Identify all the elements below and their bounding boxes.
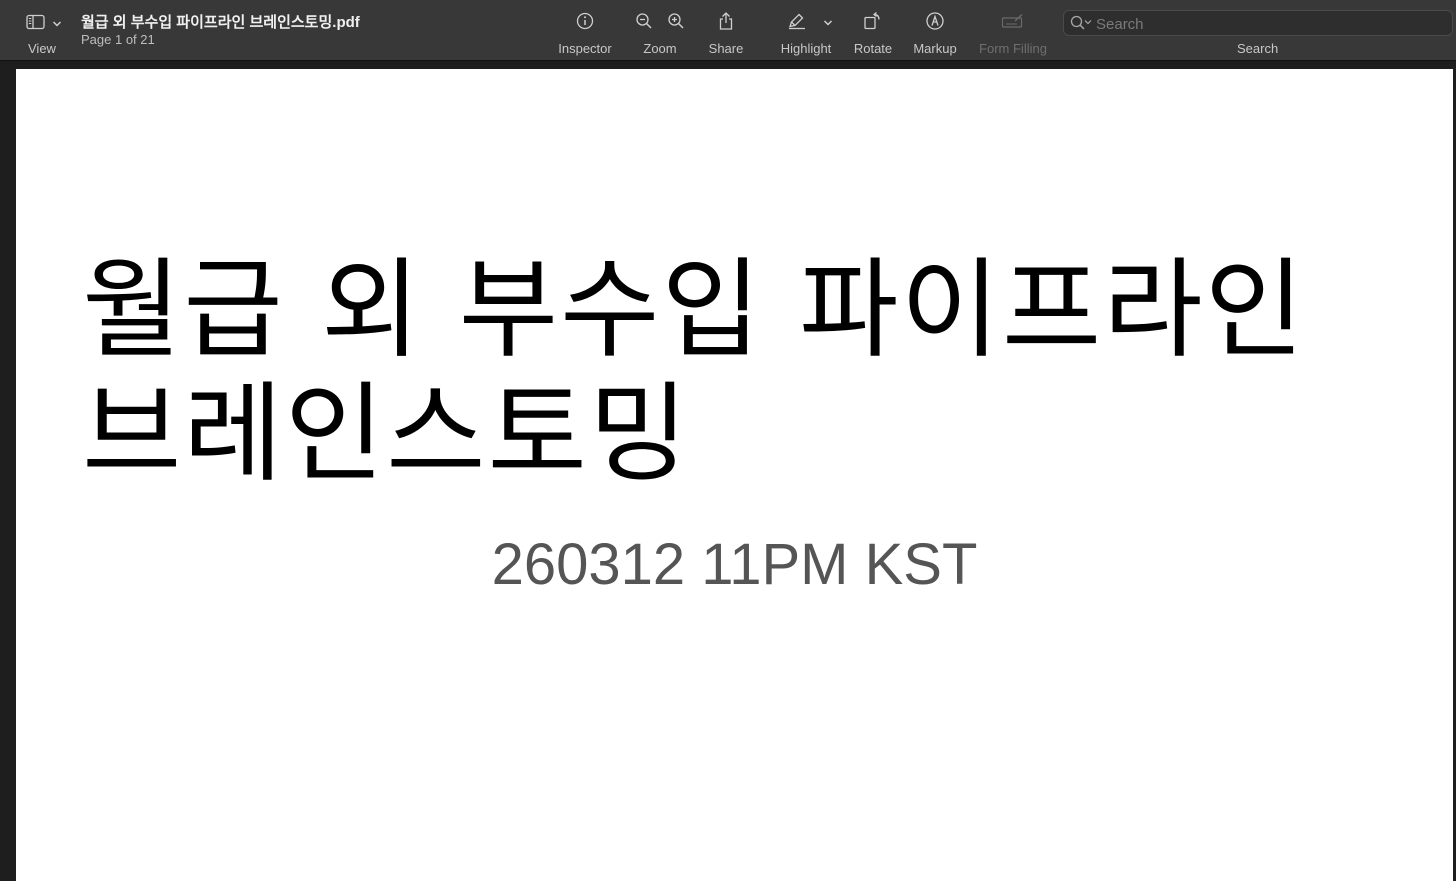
page-date: 260312 11PM KST <box>491 532 978 597</box>
search-input[interactable] <box>1094 13 1448 35</box>
markup-button[interactable]: Markup <box>908 10 962 58</box>
share-button[interactable]: Share <box>704 10 748 58</box>
document-title[interactable]: 월급 외 부수입 파이프라인 브레인스토밍.pdf <box>81 11 360 32</box>
page-indicator: Page 1 of 21 <box>81 32 155 47</box>
info-icon <box>576 12 594 35</box>
page-title: 월급 외 부수입 파이프라인 브레인스토밍 <box>82 249 1402 497</box>
rotate-label: Rotate <box>853 41 893 56</box>
page-title-line-2: 브레인스토밍 <box>82 372 691 497</box>
search-icon <box>1070 15 1094 36</box>
form-filling-icon <box>1001 12 1025 35</box>
share-icon <box>718 11 734 36</box>
zoom-label: Zoom <box>643 41 677 56</box>
form-filling-button[interactable]: Form Filling <box>974 10 1052 58</box>
markup-icon <box>925 11 945 36</box>
zoom-in-icon[interactable] <box>667 12 685 35</box>
zoom-out-icon[interactable] <box>635 12 653 35</box>
page-title-line-1: 월급 외 부수입 파이프라인 <box>82 248 1306 373</box>
inspector-label: Inspector <box>558 41 612 56</box>
chevron-down-icon <box>52 15 62 33</box>
search-label: Search <box>1237 41 1279 56</box>
rotate-icon <box>863 11 883 36</box>
highlight-button[interactable]: Highlight <box>776 10 836 58</box>
search-field[interactable] <box>1063 10 1453 36</box>
view-button[interactable]: View <box>22 12 66 58</box>
share-label: Share <box>708 41 744 56</box>
markup-label: Markup <box>913 41 957 56</box>
highlight-label: Highlight <box>780 41 832 56</box>
toolbar: View 월급 외 부수입 파이프라인 브레인스토밍.pdf Page 1 of… <box>0 0 1456 61</box>
inspector-button[interactable]: Inspector <box>552 10 618 58</box>
sidebar-icon <box>26 14 46 35</box>
zoom-control: Zoom <box>630 10 690 58</box>
form-filling-label: Form Filling <box>979 41 1047 56</box>
view-label: View <box>28 41 56 56</box>
highlighter-icon <box>787 12 807 35</box>
pdf-page[interactable]: 월급 외 부수입 파이프라인 브레인스토밍 260312 11PM KST <box>16 69 1453 881</box>
chevron-down-icon[interactable] <box>823 14 833 32</box>
rotate-button[interactable]: Rotate <box>850 10 896 58</box>
